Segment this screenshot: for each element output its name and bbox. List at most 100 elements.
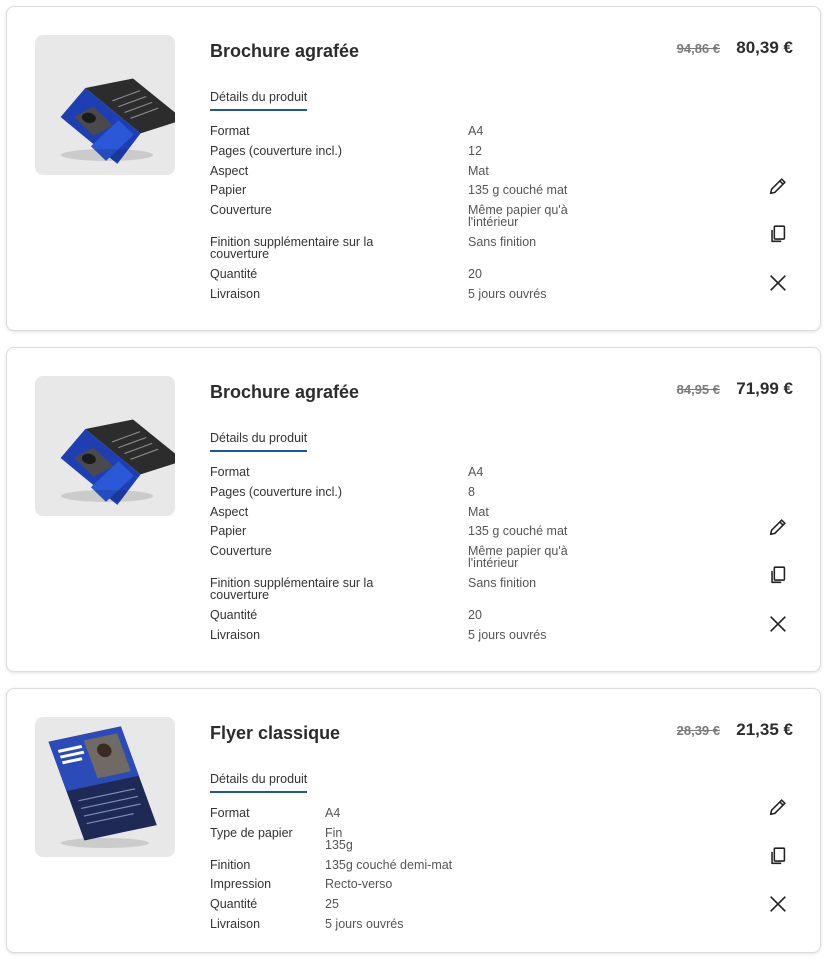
spec-value: 20 xyxy=(468,607,482,622)
spec-label: Finition supplémentaire sur la couvertur… xyxy=(210,234,374,261)
spec-label: Couverture xyxy=(210,203,272,218)
spec-row: Quantité 20 xyxy=(210,607,568,627)
flyer-image xyxy=(48,726,157,848)
spec-table: Format A4 Pages (couverture incl.) 8 Aspect M… xyxy=(210,464,568,646)
original-price: 28,39 € xyxy=(676,723,720,738)
close-icon xyxy=(770,616,786,632)
edit-button[interactable] xyxy=(764,172,792,200)
edit-button[interactable] xyxy=(764,513,792,541)
product-thumbnail xyxy=(35,376,175,516)
spec-value: 20 xyxy=(468,266,482,281)
spec-row: Quantité 25 xyxy=(210,896,452,916)
spec-value: Sans finition xyxy=(468,575,537,590)
discounted-price: 80,39 € xyxy=(736,38,793,57)
spec-value: 135 g couché mat xyxy=(468,183,568,198)
spec-row: Finition 135g couché demi-mat xyxy=(210,857,452,877)
product-details-tab[interactable]: Détails du produit xyxy=(210,772,308,793)
spec-label: Papier xyxy=(210,524,247,539)
remove-button[interactable] xyxy=(764,269,792,297)
pencil-icon xyxy=(769,519,786,536)
cart-item-1: Brochure agrafée 94,86 € 80,39 € Détails… xyxy=(6,6,821,331)
spec-label: Type de papier xyxy=(210,825,293,840)
spec-value: Sans finition xyxy=(468,234,537,249)
spec-row: Finition supplémentaire sur la couvertur… xyxy=(210,575,568,607)
product-thumbnail xyxy=(35,35,175,175)
duplicate-button[interactable] xyxy=(764,561,792,589)
spec-row: Impression Recto-verso xyxy=(210,876,452,896)
pencil-icon xyxy=(769,799,786,816)
spec-label: Livraison xyxy=(210,627,261,642)
spec-value: 135 g couché mat xyxy=(468,524,568,539)
spec-value: A4 xyxy=(325,806,341,820)
spec-row: Format A4 xyxy=(210,805,452,825)
brochure-image xyxy=(60,419,175,505)
remove-button[interactable] xyxy=(764,610,792,638)
spec-row: Papier 135 g couché mat xyxy=(210,182,568,202)
product-details-tab[interactable]: Détails du produit xyxy=(210,431,308,452)
product-title: Brochure agrafée xyxy=(210,382,360,402)
spec-row: Couverture Même papier qu'à l'intérieur xyxy=(210,543,568,575)
spec-row: Pages (couverture incl.) 12 xyxy=(210,143,568,163)
spec-row: Livraison 5 jours ouvrés xyxy=(210,916,452,936)
spec-label: Format xyxy=(210,806,250,820)
spec-value: Mat xyxy=(468,163,489,178)
spec-row: Finition supplémentaire sur la couvertur… xyxy=(210,234,568,266)
spec-label: Impression xyxy=(210,877,272,892)
product-title: Flyer classique xyxy=(210,723,341,743)
product-details-tab[interactable]: Détails du produit xyxy=(210,90,308,111)
spec-row: Aspect Mat xyxy=(210,504,568,524)
close-icon xyxy=(770,896,786,912)
spec-value: Même papier qu'à l'intérieur xyxy=(468,544,568,571)
spec-label: Format xyxy=(210,124,250,138)
spec-row: Format A4 xyxy=(210,123,568,143)
spec-value: Fin 135g xyxy=(325,825,353,852)
spec-value: 12 xyxy=(468,143,482,158)
duplicate-button[interactable] xyxy=(764,220,792,248)
copy-icon xyxy=(771,566,786,584)
spec-value: 5 jours ouvrés xyxy=(468,286,547,301)
duplicate-button[interactable] xyxy=(764,842,792,870)
spec-value: 25 xyxy=(325,897,339,912)
spec-value: A4 xyxy=(468,465,484,479)
spec-label: Pages (couverture incl.) xyxy=(210,484,343,499)
spec-value: Même papier qu'à l'intérieur xyxy=(468,203,568,230)
spec-label: Livraison xyxy=(210,916,261,931)
spec-label: Quantité xyxy=(210,266,258,281)
spec-row: Pages (couverture incl.) 8 xyxy=(210,484,568,504)
spec-row: Quantité 20 xyxy=(210,266,568,286)
spec-label: Aspect xyxy=(210,163,249,178)
spec-row: Livraison 5 jours ouvrés xyxy=(210,286,568,306)
cart-item-2: Brochure agrafée 84,95 € 71,99 € Détails… xyxy=(6,347,821,672)
original-price: 94,86 € xyxy=(676,41,720,56)
spec-label: Pages (couverture incl.) xyxy=(210,143,343,158)
spec-value: 8 xyxy=(468,484,475,499)
spec-row: Livraison 5 jours ouvrés xyxy=(210,627,568,647)
spec-label: Format xyxy=(210,465,250,479)
spec-value: A4 xyxy=(468,124,484,138)
spec-label: Finition supplémentaire sur la couvertur… xyxy=(210,575,374,602)
spec-table: Format A4 Type de papier Fin 135g Finition 13… xyxy=(210,805,452,936)
copy-icon xyxy=(771,225,786,243)
spec-value: Mat xyxy=(468,504,489,519)
pencil-icon xyxy=(769,178,786,195)
spec-value: 5 jours ouvrés xyxy=(468,627,547,642)
brochure-image xyxy=(60,78,175,164)
spec-label: Quantité xyxy=(210,897,258,912)
spec-row: Papier 135 g couché mat xyxy=(210,523,568,543)
spec-row: Aspect Mat xyxy=(210,163,568,183)
spec-label: Quantité xyxy=(210,607,258,622)
remove-button[interactable] xyxy=(764,890,792,918)
spec-row: Format A4 xyxy=(210,464,568,484)
cart-item-3: Flyer classique 28,39 € 21,35 € Détails … xyxy=(6,688,821,953)
spec-value: Recto-verso xyxy=(325,877,393,892)
spec-label: Couverture xyxy=(210,544,272,559)
spec-label: Livraison xyxy=(210,286,261,301)
copy-icon xyxy=(771,847,786,865)
edit-button[interactable] xyxy=(764,793,792,821)
product-title: Brochure agrafée xyxy=(210,41,360,61)
spec-label: Finition xyxy=(210,857,251,872)
spec-label: Papier xyxy=(210,183,247,198)
original-price: 84,95 € xyxy=(676,382,720,397)
discounted-price: 21,35 € xyxy=(736,720,793,739)
product-thumbnail xyxy=(35,717,175,857)
